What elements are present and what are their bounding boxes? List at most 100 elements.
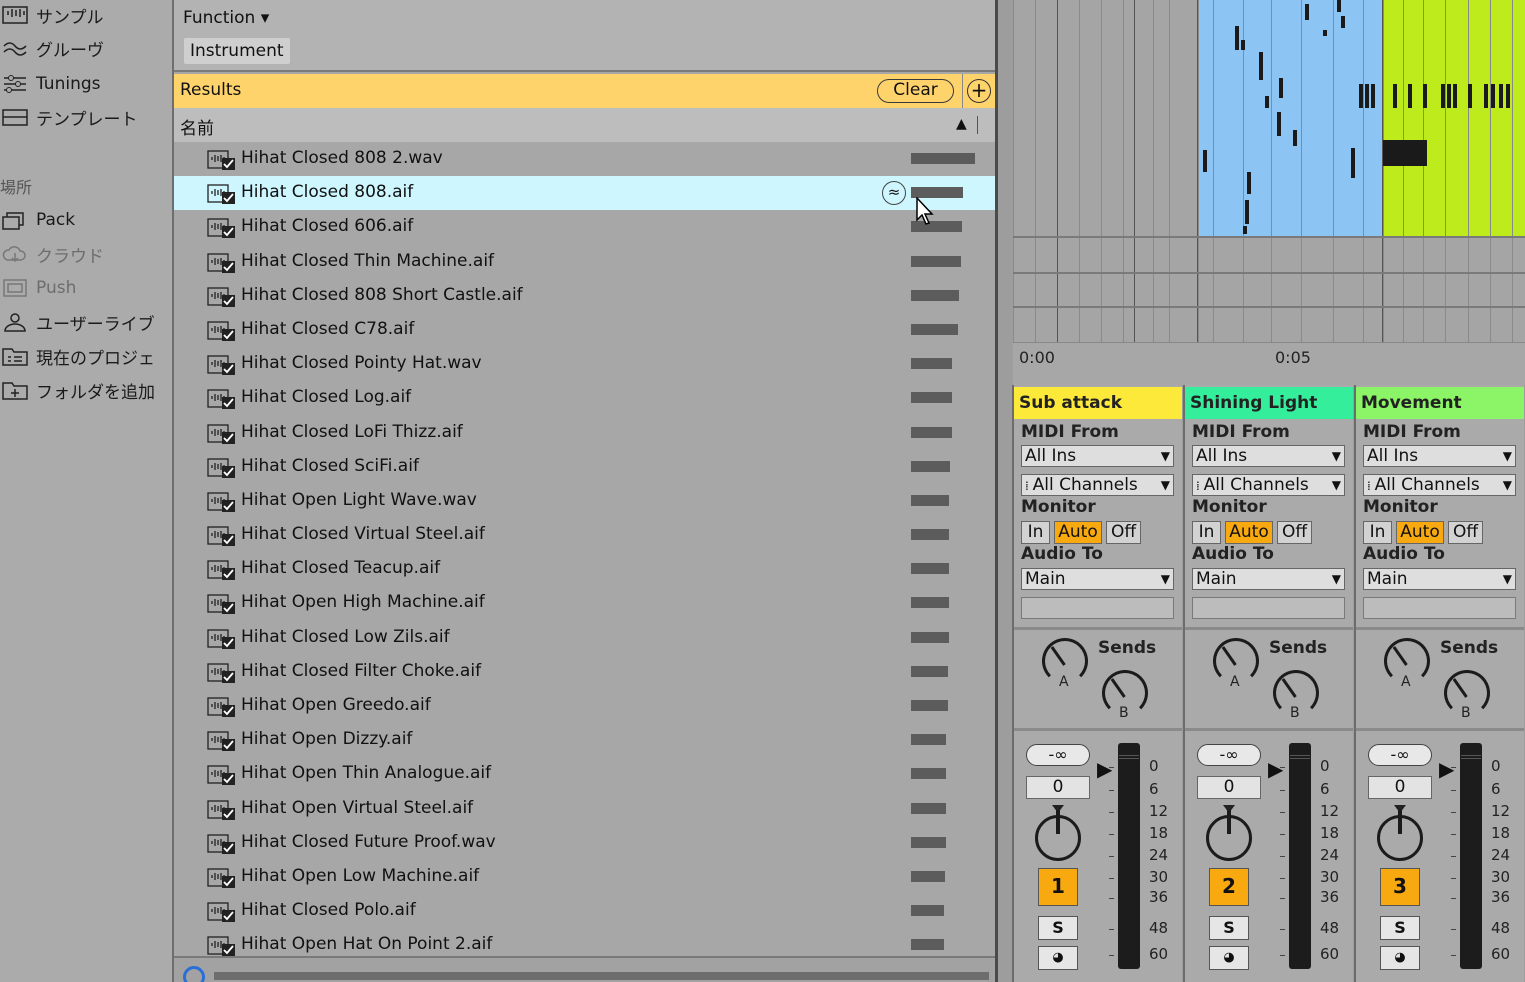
monitor-off-button[interactable]: Off (1448, 521, 1483, 544)
midi-from-select[interactable]: All Ins ▼ (1021, 445, 1174, 467)
track-title[interactable]: Sub attack (1014, 387, 1182, 419)
midi-note[interactable] (1235, 26, 1239, 50)
midi-note[interactable] (1323, 30, 1327, 36)
volume-readout[interactable]: -∞ (1368, 744, 1432, 766)
midi-channel-select[interactable]: ⁞ All Channels ▼ (1363, 474, 1516, 496)
result-row[interactable]: Hihat Open Virtual Steel.aif (174, 792, 995, 826)
monitor-auto-button[interactable]: Auto (1225, 521, 1273, 544)
midi-note[interactable] (1241, 40, 1245, 50)
instrument-filter-chip[interactable]: Instrument (184, 38, 290, 64)
sidebar-item-current-project[interactable]: 現在のプロジェ (0, 343, 172, 369)
clear-button[interactable]: Clear (877, 79, 954, 103)
pan-value[interactable]: 0 (1026, 776, 1090, 799)
result-row[interactable]: Hihat Closed Teacup.aif (174, 552, 995, 586)
midi-clip-green[interactable] (1383, 0, 1525, 236)
midi-clip-blue[interactable] (1198, 0, 1383, 236)
midi-note[interactable] (1265, 96, 1269, 108)
sidebar-item-add-folder[interactable]: フォルダを追加 (0, 377, 172, 403)
result-row[interactable]: Hihat Closed Polo.aif (174, 894, 995, 928)
solo-button[interactable]: S (1038, 916, 1078, 940)
midi-channel-select[interactable]: ⁞ All Channels ▼ (1021, 474, 1174, 496)
monitor-auto-button[interactable]: Auto (1054, 521, 1102, 544)
column-resize-handle[interactable] (977, 116, 978, 134)
midi-note[interactable] (1484, 84, 1488, 108)
result-row[interactable]: Hihat Closed 606.aif (174, 210, 995, 244)
midi-note[interactable] (1447, 84, 1451, 108)
midi-note[interactable] (1337, 0, 1341, 12)
result-row[interactable]: Hihat Open Thin Analogue.aif (174, 757, 995, 791)
sidebar-item-cloud[interactable]: クラウド (0, 241, 172, 267)
pan-value[interactable]: 0 (1197, 776, 1261, 799)
midi-note[interactable] (1491, 84, 1495, 108)
midi-note[interactable] (1359, 84, 1363, 108)
function-filter-dropdown[interactable]: Function ▾ (183, 8, 269, 28)
midi-note[interactable] (1351, 148, 1355, 178)
timeline-ruler[interactable]: 0:00 0:05 (1013, 342, 1525, 385)
sidebar-item-template[interactable]: テンプレート (0, 104, 172, 130)
midi-note[interactable] (1453, 84, 1457, 108)
result-row[interactable]: Hihat Closed SciFi.aif (174, 450, 995, 484)
arm-button[interactable]: ◕ (1209, 946, 1249, 970)
volume-readout[interactable]: -∞ (1026, 744, 1090, 766)
result-row[interactable]: Hihat Open Greedo.aif (174, 689, 995, 723)
midi-note[interactable] (1506, 84, 1510, 108)
result-row[interactable]: Hihat Closed Log.aif (174, 381, 995, 415)
midi-note[interactable] (1203, 150, 1207, 172)
result-row[interactable]: Hihat Open Light Wave.wav (174, 484, 995, 518)
midi-channel-select[interactable]: ⁞ All Channels ▼ (1192, 474, 1345, 496)
result-row[interactable]: Hihat Closed 808 2.wav (174, 142, 995, 176)
midi-note[interactable] (1383, 140, 1427, 166)
fader-cap[interactable] (1461, 755, 1481, 759)
result-row[interactable]: Hihat Open High Machine.aif (174, 586, 995, 620)
midi-note[interactable] (1247, 172, 1251, 194)
result-row[interactable]: Hihat Open Low Machine.aif (174, 860, 995, 894)
track-title[interactable]: Shining Light (1185, 387, 1353, 419)
solo-button[interactable]: S (1209, 916, 1249, 940)
sort-ascending-icon[interactable]: ▲ (956, 116, 967, 132)
monitor-in-button[interactable]: In (1192, 521, 1221, 544)
sidebar-item-tunings[interactable]: Tunings (0, 71, 172, 97)
midi-note[interactable] (1393, 84, 1397, 108)
track-title[interactable]: Movement (1356, 387, 1524, 419)
result-row[interactable]: Hihat Closed 808 Short Castle.aif (174, 279, 995, 313)
preview-waveform[interactable] (214, 972, 989, 980)
fader-cap[interactable] (1290, 755, 1310, 759)
midi-note[interactable] (1305, 4, 1309, 20)
audio-to-select[interactable]: Main ▼ (1363, 568, 1516, 590)
midi-note[interactable] (1499, 84, 1503, 108)
midi-from-select[interactable]: All Ins ▼ (1192, 445, 1345, 467)
track-activator-button[interactable]: 1 (1038, 868, 1078, 906)
midi-from-select[interactable]: All Ins ▼ (1363, 445, 1516, 467)
result-row[interactable]: Hihat Closed Low Zils.aif (174, 621, 995, 655)
result-row[interactable]: Hihat Closed Virtual Steel.aif (174, 518, 995, 552)
track-activator-button[interactable]: 2 (1209, 868, 1249, 906)
track-activator-button[interactable]: 3 (1380, 868, 1420, 906)
midi-note[interactable] (1371, 84, 1375, 108)
result-row[interactable]: Hihat Closed Thin Machine.aif (174, 245, 995, 279)
midi-note[interactable] (1365, 84, 1369, 108)
solo-button[interactable]: S (1380, 916, 1420, 940)
monitor-off-button[interactable]: Off (1277, 521, 1312, 544)
midi-note[interactable] (1341, 16, 1345, 28)
monitor-in-button[interactable]: In (1021, 521, 1050, 544)
midi-note[interactable] (1293, 130, 1297, 146)
sidebar-item-push[interactable]: Push (0, 275, 172, 301)
result-row[interactable]: Hihat Closed LoFi Thizz.aif (174, 416, 995, 450)
audio-to-channel-select[interactable] (1021, 597, 1174, 619)
midi-note[interactable] (1243, 226, 1247, 234)
add-filter-button[interactable]: + (967, 79, 991, 103)
midi-note[interactable] (1423, 84, 1427, 108)
volume-readout[interactable]: -∞ (1197, 744, 1261, 766)
midi-note[interactable] (1277, 112, 1281, 136)
midi-note[interactable] (1279, 78, 1283, 98)
audio-to-select[interactable]: Main ▼ (1021, 568, 1174, 590)
result-row[interactable]: Hihat Open Dizzy.aif (174, 723, 995, 757)
midi-note[interactable] (1245, 200, 1249, 224)
result-row[interactable]: Hihat Closed Future Proof.wav (174, 826, 995, 860)
arrangement-view[interactable]: 0:00 0:05 (1013, 0, 1525, 385)
midi-note[interactable] (1468, 84, 1472, 108)
midi-note[interactable] (1441, 84, 1445, 108)
fader-cap[interactable] (1119, 755, 1139, 759)
sidebar-item-user-library[interactable]: ユーザーライブ (0, 309, 172, 335)
pan-value[interactable]: 0 (1368, 776, 1432, 799)
